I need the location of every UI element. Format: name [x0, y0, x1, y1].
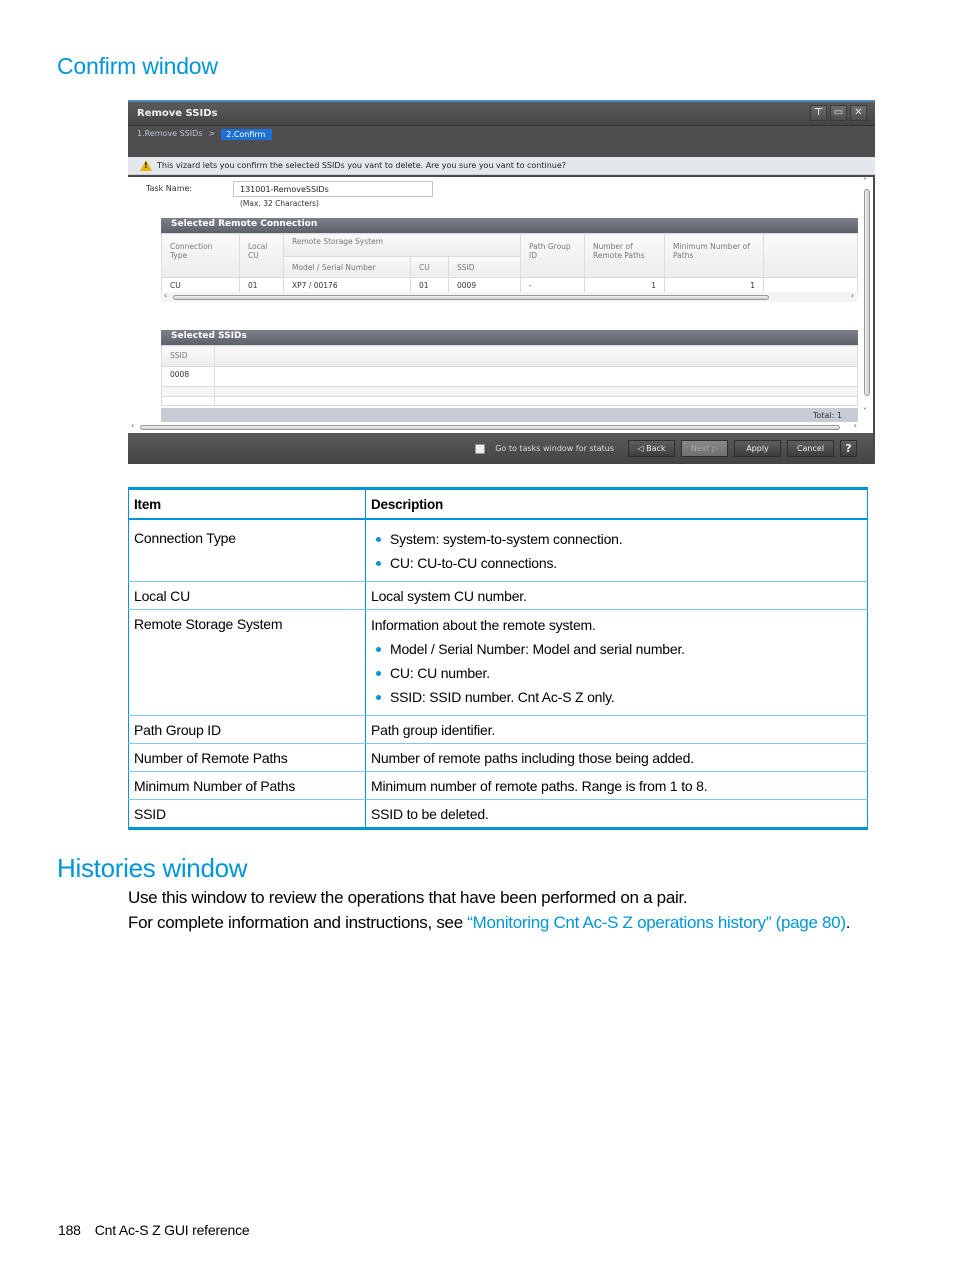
- header-description: Description: [365, 488, 868, 520]
- description-cell: Local system CU number.: [365, 581, 868, 610]
- item-cell: Minimum Number of Paths: [128, 771, 366, 800]
- scroll-down-icon[interactable]: ˅: [863, 407, 867, 416]
- step-separator: >: [208, 129, 216, 138]
- col-ssid[interactable]: SSID: [161, 345, 215, 367]
- histories-intro: Use this window to review the operations…: [128, 888, 688, 907]
- description-cell: Information about the remote system. Mod…: [365, 609, 868, 716]
- dialog-title: Remove SSIDs: [137, 108, 218, 119]
- reference-prefix: For complete information and instruction…: [128, 913, 468, 932]
- monitoring-history-link[interactable]: “Monitoring Cnt Ac-S Z operations histor…: [467, 913, 846, 932]
- task-name-input[interactable]: 131001-RemoveSSIDs: [233, 181, 433, 197]
- page-number: 188: [58, 1222, 81, 1238]
- task-name-hint: (Max. 32 Characters): [240, 199, 319, 208]
- task-name-label: Task Name:: [146, 184, 193, 193]
- close-icon[interactable]: ✕: [850, 105, 867, 121]
- scroll-left-icon[interactable]: ‹: [131, 421, 134, 430]
- table-row: Number of Remote Paths Number of remote …: [128, 743, 868, 772]
- col-ssid[interactable]: SSID: [448, 255, 521, 278]
- scroll-right-icon[interactable]: ›: [854, 421, 857, 430]
- histories-window-heading: Histories window: [57, 853, 248, 883]
- scroll-right-icon[interactable]: ›: [851, 291, 854, 300]
- bullet-item: SSID: SSID number. Cnt Ac-S Z only.: [371, 688, 862, 706]
- main-vscrollbar[interactable]: ˄ ˅: [861, 177, 873, 422]
- table-row: SSID SSID to be deleted.: [128, 799, 868, 829]
- dialog-footer: Go to tasks window for status ◁ Back Nex…: [128, 433, 873, 464]
- item-cell: Remote Storage System: [128, 609, 366, 716]
- description-cell: Number of remote paths including those b…: [365, 743, 868, 772]
- step-remove-ssids: 1.Remove SSIDs: [137, 129, 203, 138]
- item-cell: SSID: [128, 799, 366, 829]
- table-row[interactable]: 0008: [161, 366, 858, 387]
- warning-icon: [140, 160, 152, 171]
- scroll-thumb[interactable]: [140, 425, 840, 430]
- histories-reference: For complete information and instruction…: [128, 913, 850, 933]
- remove-ssids-dialog: Remove SSIDs ⊤ ▭ ✕ 1.Remove SSIDs > 2.Co…: [128, 100, 875, 464]
- step-confirm: 2.Confirm: [221, 129, 273, 140]
- col-path-group-id[interactable]: Path Group ID: [520, 233, 585, 278]
- dialog-content: Task Name: 131001-RemoveSSIDs (Max. 32 C…: [128, 177, 873, 435]
- description-intro: Information about the remote system.: [371, 617, 596, 633]
- item-cell: Path Group ID: [128, 715, 366, 744]
- item-cell: Connection Type: [128, 519, 366, 582]
- scroll-thumb[interactable]: [173, 295, 769, 300]
- table-row: Minimum Number of Paths Minimum number o…: [128, 771, 868, 800]
- col-empty: [763, 233, 858, 278]
- reference-suffix: .: [845, 913, 851, 932]
- bullet-item: System: system-to-system connection.: [371, 530, 862, 548]
- bullet-item: CU: CU number.: [371, 664, 862, 682]
- remote-connection-hscrollbar[interactable]: ‹ ›: [161, 291, 858, 302]
- header-item: Item: [128, 488, 366, 520]
- cell-ssid: 0008: [161, 366, 215, 387]
- wizard-steps: 1.Remove SSIDs > 2.Confirm: [128, 126, 875, 157]
- col-model-serial[interactable]: Model / Serial Number: [283, 255, 411, 278]
- maximize-icon[interactable]: ▭: [830, 105, 847, 121]
- next-button[interactable]: Next ▷: [681, 440, 728, 457]
- table-row: Remote Storage System Information about …: [128, 609, 868, 716]
- col-minimum-number-of-paths[interactable]: Minimum Number of Paths: [664, 233, 764, 278]
- back-button[interactable]: ◁ Back: [628, 440, 675, 457]
- description-cell: Path group identifier.: [365, 715, 868, 744]
- description-cell: SSID to be deleted.: [365, 799, 868, 829]
- table-row: Connection Type System: system-to-system…: [128, 519, 868, 582]
- bullet-item: Model / Serial Number: Model and serial …: [371, 640, 862, 658]
- section-title: Cnt Ac-S Z GUI reference: [94, 1222, 250, 1238]
- confirm-window-heading: Confirm window: [57, 53, 218, 79]
- scroll-thumb[interactable]: [864, 189, 870, 396]
- description-cell: Minimum number of remote paths. Range is…: [365, 771, 868, 800]
- dialog-title-bar: Remove SSIDs ⊤ ▭ ✕: [128, 102, 875, 126]
- go-to-tasks-checkbox[interactable]: [475, 443, 486, 454]
- scroll-up-icon[interactable]: ˄: [863, 177, 867, 186]
- col-local-cu[interactable]: Local CU: [239, 233, 284, 278]
- col-remote-storage-system: Remote Storage System: [283, 233, 521, 257]
- main-hscrollbar[interactable]: ‹ ›: [128, 421, 861, 432]
- col-cu[interactable]: CU: [410, 255, 449, 278]
- description-cell: System: system-to-system connection. CU:…: [365, 519, 868, 582]
- selected-remote-connection-header: Selected Remote Connection: [161, 218, 858, 233]
- pin-icon[interactable]: ⊤: [810, 105, 827, 121]
- col-connection-type[interactable]: Connection Type: [161, 233, 240, 278]
- col-number-of-remote-paths[interactable]: Number of Remote Paths: [584, 233, 665, 278]
- cancel-button[interactable]: Cancel: [787, 440, 834, 457]
- scroll-left-icon[interactable]: ‹: [164, 291, 167, 300]
- table-row: Path Group ID Path group identifier.: [128, 715, 868, 744]
- item-description-table: Item Description Connection Type System:…: [128, 487, 868, 830]
- remote-connection-table: Connection Type Local CU Remote Storage …: [161, 233, 858, 294]
- page-footer: 188 Cnt Ac-S Z GUI reference: [58, 1222, 250, 1238]
- warning-message: This vizard lets you confirm the selecte…: [157, 161, 567, 170]
- item-cell: Local CU: [128, 581, 366, 610]
- help-icon[interactable]: ?: [840, 440, 857, 457]
- go-to-tasks-label[interactable]: Go to tasks window for status: [495, 444, 614, 453]
- selected-ssids-table: SSID 0008: [161, 345, 858, 406]
- apply-button[interactable]: Apply: [734, 440, 781, 457]
- selected-ssids-header: Selected SSIDs: [161, 330, 858, 345]
- table-row: Local CU Local system CU number.: [128, 581, 868, 610]
- bullet-item: CU: CU-to-CU connections.: [371, 554, 862, 572]
- ssids-total: Total: 1: [161, 408, 858, 422]
- item-cell: Number of Remote Paths: [128, 743, 366, 772]
- warning-bar: This vizard lets you confirm the selecte…: [128, 157, 875, 175]
